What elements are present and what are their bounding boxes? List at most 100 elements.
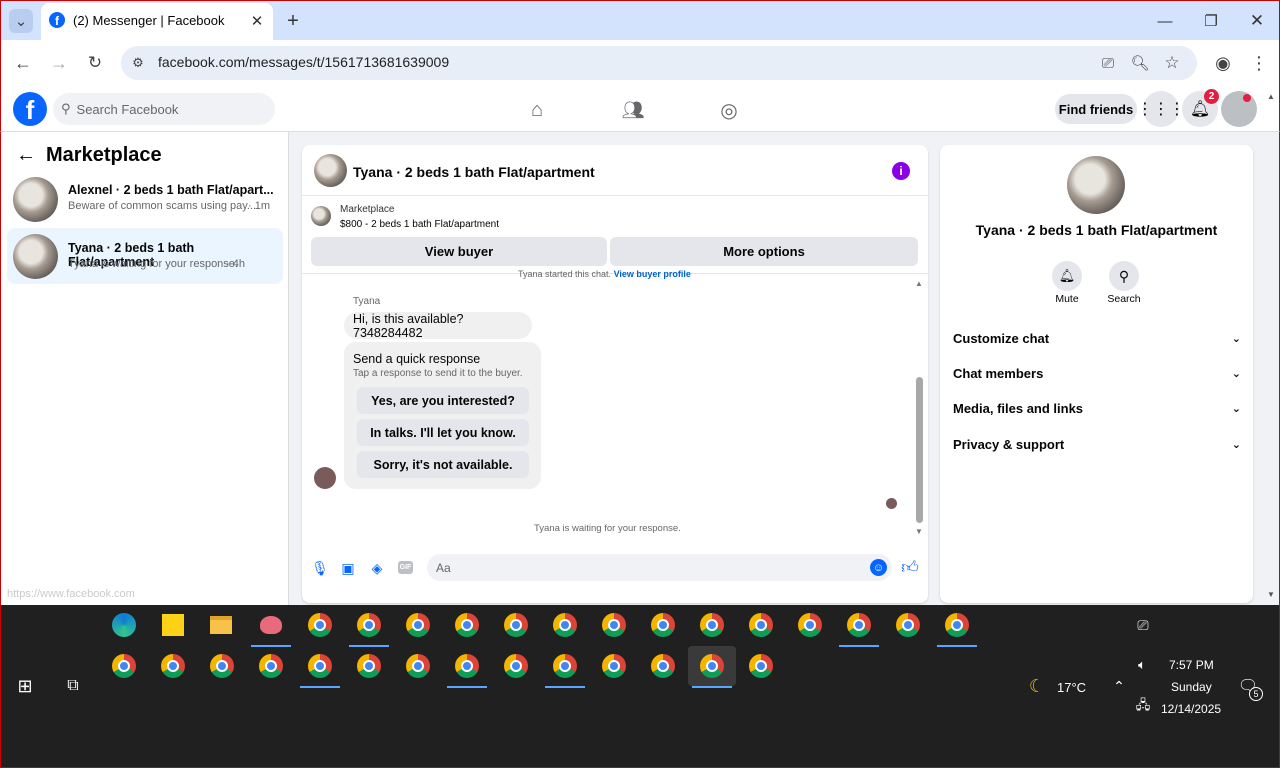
facebook-search-input[interactable]: ⚲ Search Facebook	[53, 93, 275, 125]
task-view-icon[interactable]: ⧉	[61, 675, 85, 697]
chat-panel: Tyana · 2 beds 1 bath Flat/apartment i M…	[302, 145, 928, 603]
chrome-profile-icon[interactable]	[349, 646, 389, 686]
chrome-profile-icon[interactable]	[496, 605, 536, 645]
media-files-links-section[interactable]: Media, files and links ⌄	[953, 398, 1241, 418]
browser-tab[interactable]: f (2) Messenger | Facebook ✕	[41, 3, 273, 41]
weather-temp[interactable]: 17°C	[1057, 680, 1086, 695]
chat-members-section[interactable]: Chat members ⌄	[953, 363, 1241, 383]
scroll-down-icon[interactable]: ▼	[915, 527, 923, 536]
profile-avatar[interactable]	[1221, 91, 1257, 127]
profile-icon[interactable]: ◉	[1211, 51, 1235, 75]
chrome-profile-icon[interactable]	[349, 605, 389, 647]
chrome-profile-icon[interactable]	[741, 646, 781, 686]
chrome-profile-icon[interactable]	[447, 605, 487, 645]
close-window-icon[interactable]: ✕	[1245, 9, 1269, 33]
sticker-icon[interactable]: ◈	[369, 558, 385, 578]
site-settings-icon[interactable]: ⚙	[127, 52, 149, 74]
show-hidden-icons-icon[interactable]: ⌃	[1109, 675, 1129, 697]
install-app-icon[interactable]: ⎚	[1097, 52, 1119, 74]
scroll-up-icon[interactable]: ▲	[915, 279, 923, 288]
chrome-profile-icon[interactable]	[594, 646, 634, 686]
photo-icon[interactable]: ▣	[340, 558, 356, 578]
back-arrow-icon[interactable]: ←	[15, 144, 37, 166]
browser-menu-icon[interactable]: ⋮	[1249, 51, 1269, 75]
search-icon[interactable]: ⚲	[1109, 261, 1139, 291]
conversation-item[interactable]: Alexnel · 2 beds 1 bath Flat/apart... Be…	[7, 171, 283, 227]
chrome-profile-icon[interactable]	[447, 646, 487, 688]
more-options-button[interactable]: More options	[610, 237, 918, 266]
message-sender: Tyana	[353, 296, 381, 307]
chrome-profile-icon[interactable]	[839, 605, 879, 647]
reload-icon[interactable]: ↻	[83, 51, 107, 75]
quick-reply-button[interactable]: Yes, are you interested?	[357, 387, 529, 414]
chrome-profile-icon[interactable]	[937, 605, 977, 647]
edge-browser-icon[interactable]	[104, 605, 144, 645]
chrome-profile-icon[interactable]	[545, 605, 585, 645]
menu-grid-icon[interactable]: ⋮⋮⋮	[1137, 91, 1185, 127]
view-buyer-button[interactable]: View buyer	[311, 237, 607, 266]
chrome-profile-icon[interactable]	[692, 605, 732, 645]
chrome-profile-icon[interactable]	[153, 646, 193, 686]
network-icon[interactable]: 🖧	[1133, 697, 1153, 717]
new-tab-icon[interactable]: +	[281, 9, 305, 33]
find-friends-button[interactable]: Find friends	[1055, 94, 1137, 124]
page-scroll-up-icon[interactable]: ▲	[1267, 92, 1275, 101]
restore-icon[interactable]: ❐	[1199, 9, 1223, 33]
windows-start-icon[interactable]: ⊞	[13, 675, 37, 697]
zoom-icon[interactable]: 🔍︎	[1129, 52, 1151, 74]
conversation-item-active[interactable]: Tyana · 2 beds 1 bath Flat/apartment Tya…	[7, 228, 283, 284]
chrome-profile-icon[interactable]	[300, 646, 340, 688]
chrome-profile-icon[interactable]	[545, 646, 585, 688]
quick-reply-button[interactable]: In talks. I'll let you know.	[357, 419, 529, 446]
chrome-profile-icon[interactable]	[251, 646, 291, 686]
friends-icon[interactable]: 👥︎	[619, 96, 647, 124]
url-text[interactable]: facebook.com/messages/t/1561713681639009	[158, 54, 449, 70]
chrome-profile-icon-active[interactable]	[688, 646, 736, 688]
back-icon[interactable]: ←	[11, 51, 35, 75]
privacy-support-section[interactable]: Privacy & support ⌄	[953, 434, 1241, 454]
chrome-profile-icon[interactable]	[398, 646, 438, 686]
close-tab-icon[interactable]: ✕	[247, 11, 267, 31]
file-explorer-icon[interactable]	[201, 605, 241, 645]
page-scroll-down-icon[interactable]: ▼	[1267, 590, 1275, 599]
chrome-profile-icon[interactable]	[643, 605, 683, 645]
weather-moon-icon: ☾	[1028, 675, 1046, 696]
info-icon[interactable]: i	[892, 162, 910, 180]
chrome-profile-icon[interactable]	[643, 646, 683, 686]
seen-avatar	[886, 498, 897, 509]
chrome-profile-icon[interactable]	[398, 605, 438, 645]
chat-scrollbar[interactable]: ▲ ▼	[914, 279, 924, 536]
camera-recorder-icon[interactable]: ⎚	[1133, 615, 1153, 635]
chrome-profile-icon[interactable]	[202, 646, 242, 686]
chrome-icon[interactable]	[300, 605, 340, 645]
clock-time[interactable]: 7:57 PM	[1169, 658, 1214, 672]
groups-icon[interactable]: ◎	[715, 96, 743, 124]
scrollbar-thumb[interactable]	[916, 377, 923, 523]
facebook-logo-icon[interactable]: f	[13, 92, 47, 126]
chrome-profile-icon[interactable]	[790, 605, 830, 645]
chrome-profile-icon[interactable]	[741, 605, 781, 645]
message-input[interactable]: Aa ☺	[427, 554, 892, 581]
mute-bell-icon[interactable]: 🔔︎	[1052, 261, 1082, 291]
tab-search-icon[interactable]: ⌄	[9, 9, 33, 33]
snipping-tool-icon[interactable]	[251, 605, 291, 647]
customize-chat-section[interactable]: Customize chat ⌄	[953, 328, 1241, 348]
address-bar[interactable]: ⚙ facebook.com/messages/t/15617136816390…	[121, 46, 1197, 80]
chat-started-note: Tyana started this chat. View buyer prof…	[518, 269, 691, 279]
gif-icon[interactable]: GIF	[398, 561, 413, 574]
chrome-profile-icon[interactable]	[104, 646, 144, 686]
sticky-notes-icon[interactable]	[153, 605, 193, 645]
thumbs-up-icon[interactable]: 👍︎	[900, 557, 920, 577]
chrome-profile-icon[interactable]	[496, 646, 536, 686]
view-buyer-profile-link[interactable]: View buyer profile	[614, 269, 691, 279]
chrome-profile-icon[interactable]	[888, 605, 928, 645]
quick-reply-button[interactable]: Sorry, it's not available.	[357, 451, 529, 478]
home-icon[interactable]: ⌂	[523, 96, 551, 124]
chrome-profile-icon[interactable]	[594, 605, 634, 645]
bookmark-star-icon[interactable]: ☆	[1161, 52, 1183, 74]
emoji-icon[interactable]: ☺	[870, 559, 887, 576]
volume-icon[interactable]: 🔈︎	[1132, 655, 1152, 675]
microphone-icon[interactable]: 🎙︎	[311, 558, 329, 578]
minimize-icon[interactable]: —	[1153, 9, 1177, 33]
forward-icon[interactable]: →	[47, 51, 71, 75]
